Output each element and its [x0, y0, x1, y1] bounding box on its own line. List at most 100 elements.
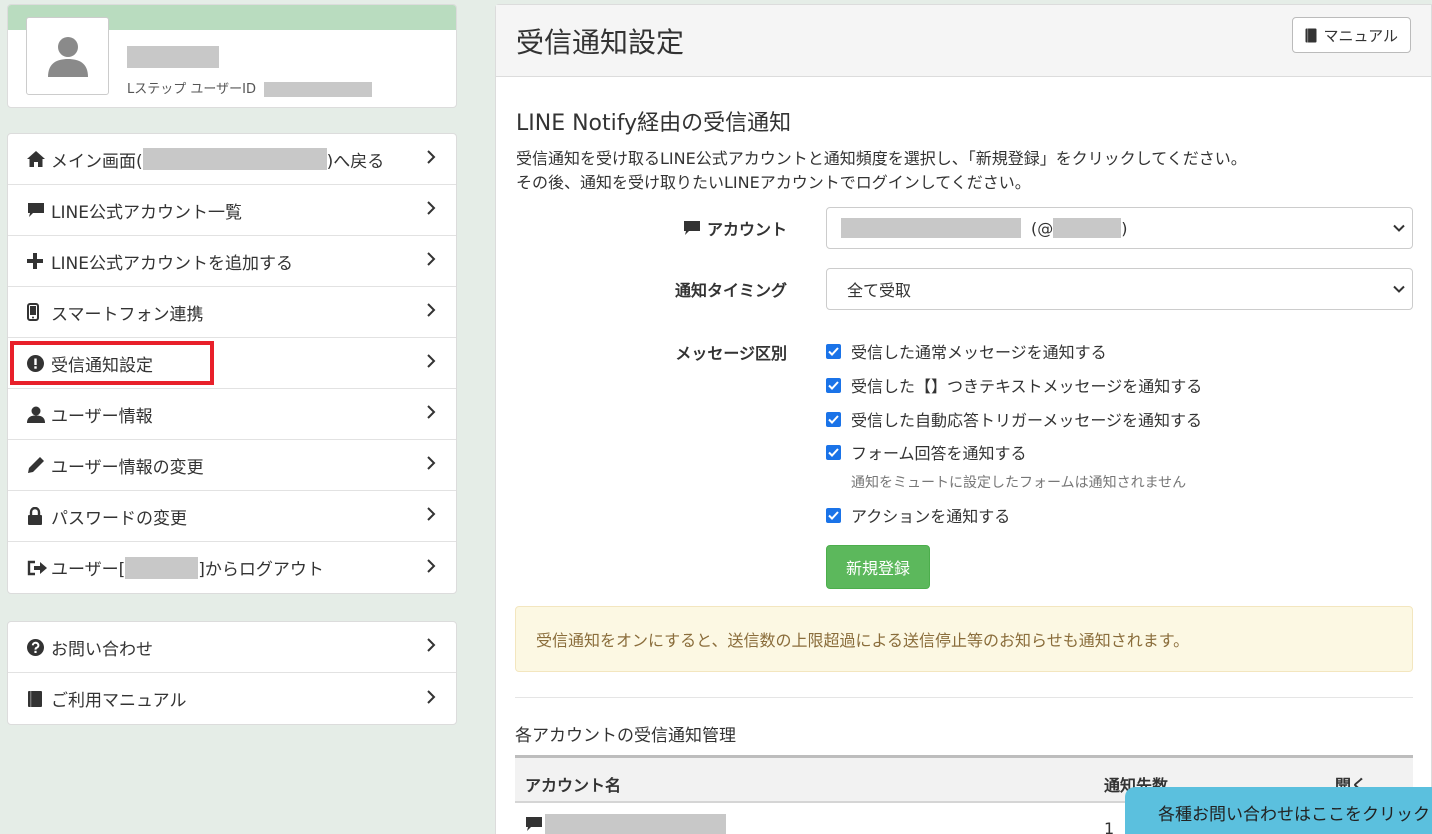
question-circle-icon [27, 638, 51, 656]
account-select[interactable]: (@ ) [826, 207, 1413, 249]
logout-icon [27, 560, 51, 576]
menu-label: メイン画面( [51, 151, 143, 172]
menu-label: ご利用マニュアル [51, 691, 187, 711]
menu-item-smartphone-link[interactable]: スマートフォン連携 [8, 287, 456, 338]
message-type-label: メッセージ区別 [675, 344, 787, 363]
chevron-right-icon [426, 353, 436, 373]
menu-item-main-screen[interactable]: メイン画面( )へ戻る [8, 134, 456, 185]
account-label-text: アカウント [706, 220, 787, 239]
page-title: 受信通知設定 [516, 25, 685, 59]
account-menu: メイン画面( )へ戻る LINE公式アカウント一覧 LINE公式アカウントを追加… [7, 133, 457, 594]
menu-item-change-password[interactable]: パスワードの変更 [8, 491, 456, 542]
chevron-right-icon [426, 251, 436, 271]
management-title: 各アカウントの受信通知管理 [515, 726, 736, 746]
timing-select[interactable]: 全て受取 [826, 268, 1413, 310]
user-id-redacted [264, 82, 373, 97]
chevron-right-icon [426, 302, 436, 322]
avatar [26, 17, 109, 95]
menu-label: スマートフォン連携 [51, 304, 204, 325]
section-title: LINE Notify経由の受信通知 [516, 111, 792, 136]
chevron-right-icon [426, 149, 436, 169]
menu-label: LINE公式アカウントを追加する [51, 253, 293, 274]
chevron-right-icon [426, 558, 436, 578]
account-name-redacted [841, 218, 1021, 238]
menu-label: ユーザー情報の変更 [51, 457, 204, 478]
checkbox-label: 受信した【】つきテキストメッセージを通知する [851, 377, 1203, 396]
plus-icon [27, 253, 51, 269]
manual-button-label: マニュアル [1323, 26, 1398, 45]
account-name-redacted [142, 148, 327, 170]
checkbox[interactable] [826, 377, 841, 393]
recipient-count: 1 [1104, 819, 1115, 834]
chevron-right-icon [426, 637, 436, 657]
check-normal-message[interactable]: 受信した通常メッセージを通知する [826, 339, 1107, 363]
user-silhouette-icon [47, 37, 88, 77]
menu-item-edit-user-info[interactable]: ユーザー情報の変更 [8, 440, 456, 491]
manual-button[interactable]: マニュアル [1292, 17, 1411, 53]
user-name-redacted [125, 556, 199, 579]
description-line: 受信通知を受け取るLINE公式アカウントと通知頻度を選択し、「新規登録」をクリッ… [516, 149, 1247, 168]
menu-label: LINE公式アカウント一覧 [51, 202, 242, 223]
account-field-label: アカウント [683, 216, 787, 240]
profile-card: Lステップ ユーザーID [7, 4, 457, 108]
chevron-right-icon [426, 404, 436, 424]
mobile-icon [27, 303, 51, 321]
check-form-answer[interactable]: フォーム回答を通知する [826, 440, 1027, 464]
timing-field-label: 通知タイミング [674, 281, 787, 300]
account-name-redacted [545, 814, 726, 834]
user-id-line: Lステップ ユーザーID [127, 78, 373, 97]
menu-item-user-manual[interactable]: ご利用マニュアル [8, 673, 456, 724]
menu-item-contact[interactable]: お問い合わせ [8, 622, 456, 673]
chevron-down-icon [1392, 219, 1406, 238]
checkbox-label: フォーム回答を通知する [851, 444, 1027, 463]
chevron-right-icon [426, 200, 436, 220]
timing-select-value: 全て受取 [847, 281, 912, 300]
home-icon [27, 151, 51, 167]
checkbox[interactable] [826, 343, 841, 359]
menu-item-user-info[interactable]: ユーザー情報 [8, 389, 456, 440]
account-handle-suffix: ) [1121, 218, 1128, 238]
chevron-right-icon [426, 506, 436, 526]
user-name-redacted [127, 46, 219, 68]
menu-label: パスワードの変更 [51, 508, 187, 529]
register-button[interactable]: 新規登録 [826, 545, 930, 589]
description-line: その後、通知を受け取りたいLINEアカウントでログインしてください。 [516, 173, 1031, 192]
checkbox-label: 受信した自動応答トリガーメッセージを通知する [851, 411, 1203, 430]
menu-item-add-account[interactable]: LINE公式アカウントを追加する [8, 236, 456, 287]
check-action[interactable]: アクションを通知する [826, 503, 1010, 527]
comment-icon [525, 816, 543, 834]
support-menu: お問い合わせ ご利用マニュアル [7, 621, 457, 725]
check-autoreply-message[interactable]: 受信した自動応答トリガーメッセージを通知する [826, 407, 1202, 431]
menu-item-notification-settings[interactable]: 受信通知設定 [8, 338, 456, 389]
account-handle-redacted [1053, 218, 1122, 238]
menu-label: ]からログアウト [198, 560, 324, 580]
pencil-icon [27, 456, 51, 474]
exclamation-circle-icon [27, 354, 51, 372]
menu-label: ユーザー情報 [51, 406, 153, 427]
menu-label: 受信通知設定 [51, 355, 153, 376]
user-icon [27, 406, 51, 423]
check-bracket-message[interactable]: 受信した【】つきテキストメッセージを通知する [826, 373, 1202, 397]
chevron-down-icon [1392, 280, 1406, 299]
account-handle-prefix: (@ [1031, 218, 1054, 238]
menu-item-logout[interactable]: ユーザー[ ]からログアウト [8, 542, 456, 593]
chevron-right-icon [426, 689, 436, 709]
menu-label: ユーザー[ [51, 560, 126, 580]
checkbox[interactable] [826, 411, 841, 427]
notification-settings-panel: 受信通知設定 マニュアル LINE Notify経由の受信通知 受信通知を受け取… [495, 4, 1432, 834]
menu-label: お問い合わせ [51, 639, 153, 660]
checkbox-label: アクションを通知する [851, 507, 1011, 526]
form-hint: 通知をミュートに設定したフォームは通知されません [851, 475, 1187, 491]
checkbox[interactable] [826, 444, 841, 460]
user-id-label: Lステップ ユーザーID [127, 82, 256, 97]
comment-icon [27, 202, 51, 218]
lock-icon [27, 507, 51, 525]
warning-alert: 受信通知をオンにすると、送信数の上限超過による送信停止等のお知らせも通知されます… [515, 606, 1413, 672]
section-description: 受信通知を受け取るLINE公式アカウントと通知頻度を選択し、「新規登録」をクリッ… [516, 147, 1247, 195]
panel-header: 受信通知設定 マニュアル [496, 5, 1431, 77]
menu-item-account-list[interactable]: LINE公式アカウント一覧 [8, 185, 456, 236]
contact-float-button[interactable]: 各種お問い合わせはここをクリック [1125, 787, 1432, 834]
chevron-right-icon [426, 455, 436, 475]
column-header-account: アカウント名 [525, 776, 622, 795]
checkbox[interactable] [826, 507, 841, 523]
